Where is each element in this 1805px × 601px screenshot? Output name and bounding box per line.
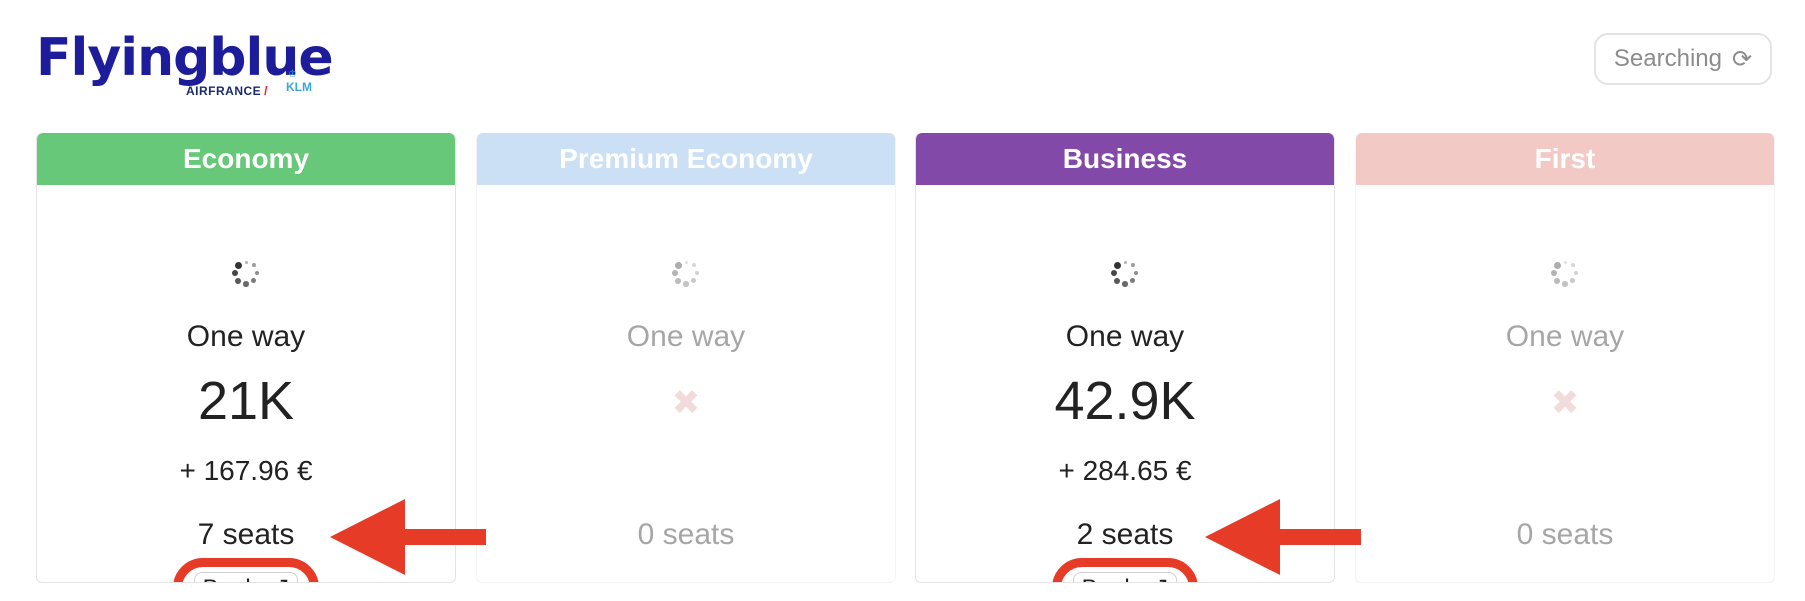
book-highlight: Book xyxy=(1052,558,1198,582)
klm-logo: KLM xyxy=(286,80,312,94)
seats-available: 0 seats xyxy=(1516,518,1614,551)
spinner-dot xyxy=(1113,261,1121,269)
unavailable-x-icon: ✖ xyxy=(1550,384,1580,422)
spinner-dot xyxy=(1562,281,1568,287)
fare-type: One way xyxy=(1065,320,1185,353)
external-link-icon xyxy=(281,579,288,582)
spinner-dot xyxy=(251,263,256,268)
taxes-amount: + 284.65 € xyxy=(1058,455,1192,486)
cabin-card-first: First One way ✖ 0 seats xyxy=(1355,133,1775,583)
book-button[interactable]: Book xyxy=(1072,572,1178,582)
spinner-dot xyxy=(694,270,700,276)
taxes-amount: + 167.96 € xyxy=(179,455,313,486)
spinner-dot xyxy=(1130,263,1135,268)
spinner-dot xyxy=(231,269,239,277)
seats-available: 0 seats xyxy=(637,518,735,551)
miles-price: 42.9K xyxy=(1054,371,1196,431)
spinner-dot xyxy=(675,277,682,284)
air-france-logo: AIRFRANCE / xyxy=(186,84,269,98)
spinner-dot xyxy=(683,281,689,287)
spinner-dot xyxy=(1554,277,1561,284)
unavailable-x-icon: ✖ xyxy=(671,384,701,422)
book-highlight: Book xyxy=(173,558,319,582)
book-label: Book xyxy=(203,575,258,582)
searching-label: Searching xyxy=(1613,45,1722,72)
annotation-arrow-icon xyxy=(330,499,486,575)
spinner-dot xyxy=(1122,281,1128,287)
book-button[interactable]: Book xyxy=(193,572,299,582)
loading-spinner-icon xyxy=(1549,257,1581,289)
spinner-dot xyxy=(1114,277,1121,284)
sync-icon: ⟳ xyxy=(1731,45,1753,73)
spinner-dot xyxy=(1550,269,1558,277)
spinner-dot xyxy=(235,277,242,284)
spinner-dot xyxy=(244,260,248,264)
searching-status-button[interactable]: Searching ⟳ xyxy=(1594,33,1772,85)
spinner-dot xyxy=(1570,263,1575,268)
spinner-dot xyxy=(251,278,257,284)
cabin-header: Business xyxy=(916,133,1334,185)
book-label: Book xyxy=(1082,575,1137,582)
spinner-dot xyxy=(1553,261,1561,269)
spinner-dot xyxy=(1573,270,1579,276)
spinner-dot xyxy=(254,270,260,276)
spinner-dot xyxy=(671,269,679,277)
annotation-arrow-icon xyxy=(1205,499,1361,575)
flyingblue-logo: Flyingblue AIRFRANCE / ♔ KLM xyxy=(36,28,334,98)
cabin-card-premium-economy: Premium Economy One way ✖ 0 seats xyxy=(476,133,896,583)
spinner-dot xyxy=(691,278,697,284)
spinner-dot xyxy=(1133,270,1139,276)
loading-spinner-icon xyxy=(670,257,702,289)
spinner-dot xyxy=(1563,260,1567,264)
fare-type: One way xyxy=(1505,320,1625,353)
fare-type: One way xyxy=(626,320,746,353)
spinner-dot xyxy=(674,261,682,269)
cabin-header: Economy xyxy=(37,133,455,185)
spinner-dot xyxy=(1130,278,1136,284)
cabin-header: Premium Economy xyxy=(477,133,895,185)
miles-price: 21K xyxy=(197,371,295,431)
klm-crown-icon: ♔ xyxy=(288,69,297,80)
spinner-dot xyxy=(1570,278,1576,284)
external-link-icon xyxy=(1160,579,1167,582)
fare-type: One way xyxy=(186,320,306,353)
spinner-dot xyxy=(1110,269,1118,277)
spinner-dot xyxy=(691,263,696,268)
spinner-dot xyxy=(684,260,688,264)
spinner-dot xyxy=(243,281,249,287)
loading-spinner-icon xyxy=(1109,257,1141,289)
cabin-header: First xyxy=(1356,133,1774,185)
loading-spinner-icon xyxy=(230,257,262,289)
spinner-dot xyxy=(234,261,242,269)
spinner-dot xyxy=(1123,260,1127,264)
